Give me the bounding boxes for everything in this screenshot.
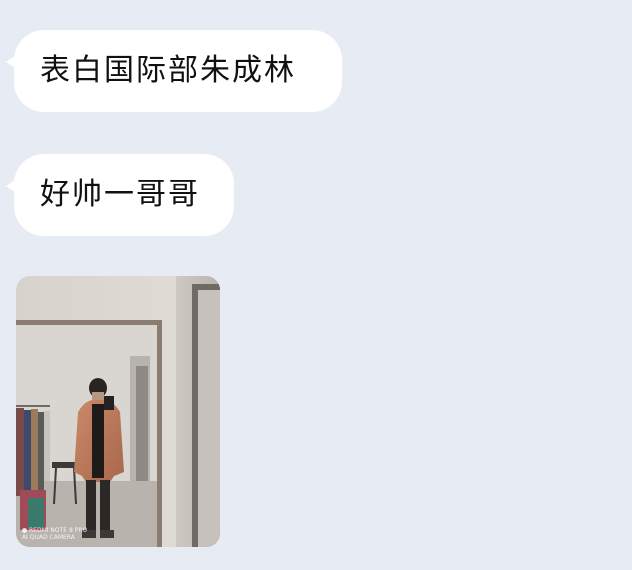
chat-message-bubble[interactable]: 表白国际部朱成林 (6, 30, 342, 112)
mirror-selfie-image (16, 276, 220, 547)
camera-watermark: REDMI NOTE 8 PRO AI QUAD CAMERA (22, 527, 88, 541)
message-text: 表白国际部朱成林 (40, 53, 296, 88)
camera-logo-icon (22, 528, 27, 533)
message-text: 好帅一哥哥 (40, 177, 200, 212)
chat-message-bubble[interactable]: 好帅一哥哥 (6, 154, 234, 236)
chat-photo-message[interactable]: REDMI NOTE 8 PRO AI QUAD CAMERA (16, 276, 220, 547)
